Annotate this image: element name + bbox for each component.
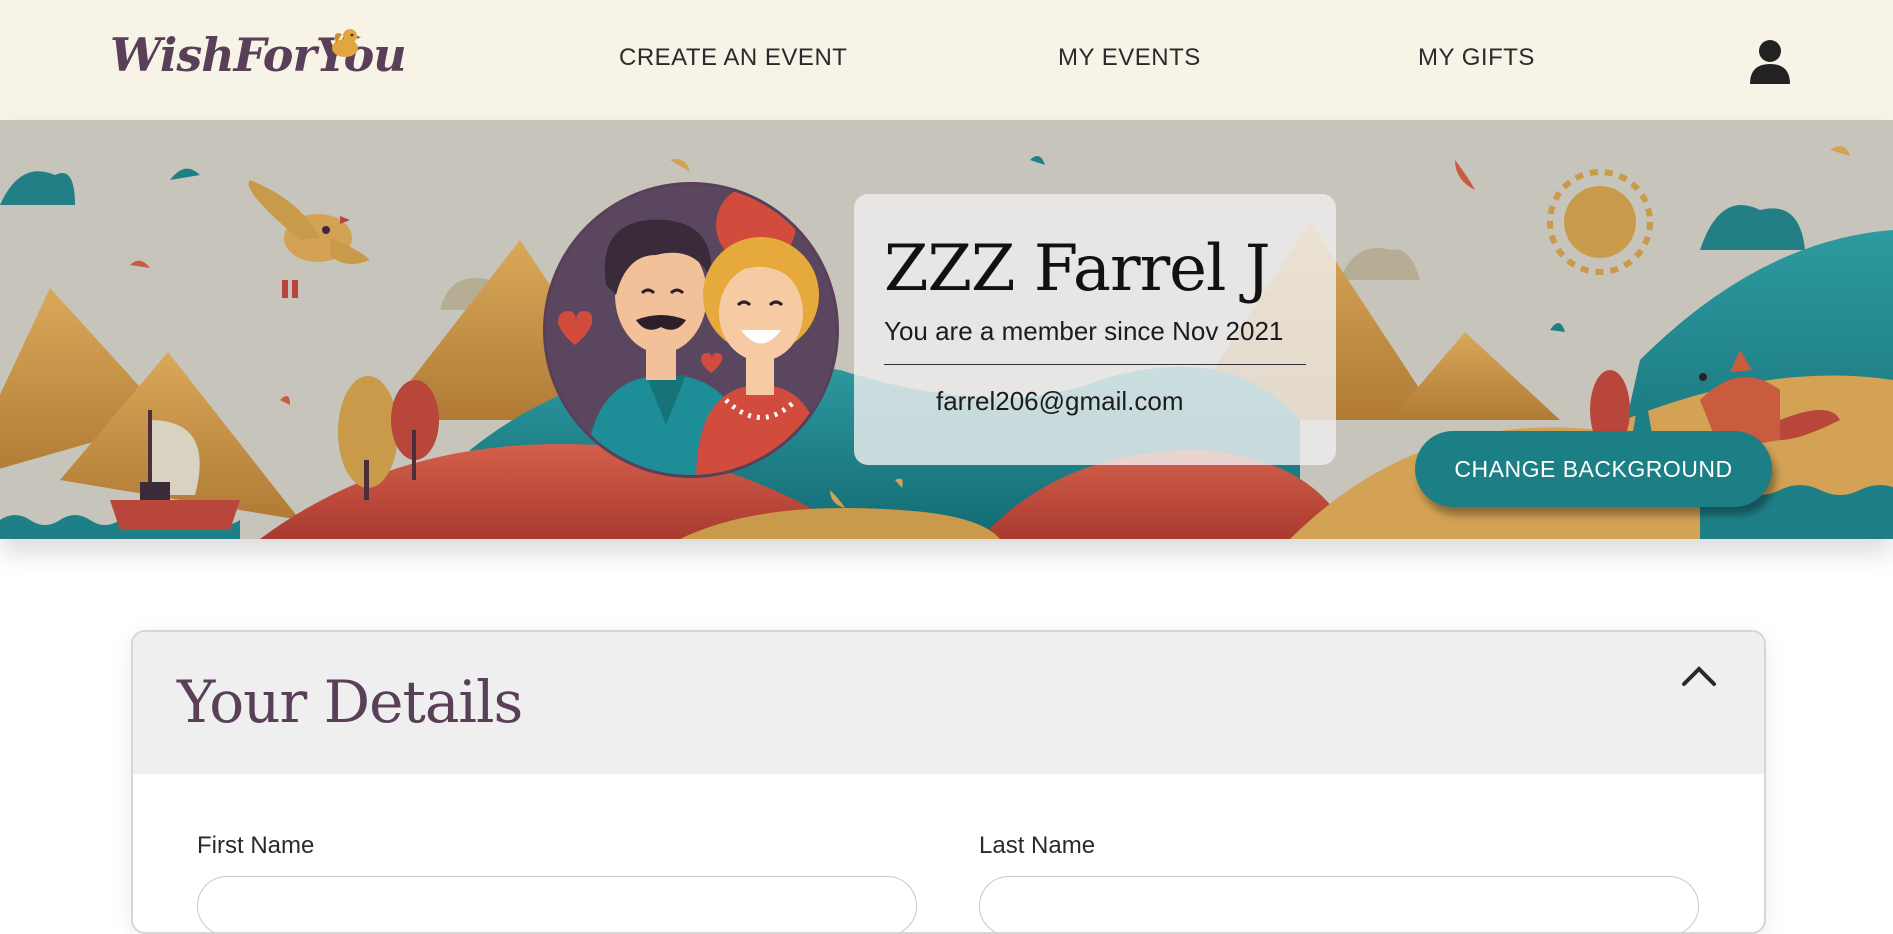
last-name-input[interactable] <box>979 876 1699 932</box>
nav-create-event[interactable]: CREATE AN EVENT <box>619 44 847 72</box>
first-name-input[interactable] <box>197 876 917 932</box>
couple-avatar-illustration <box>546 185 836 475</box>
details-title: Your Details <box>177 668 523 736</box>
bird-icon <box>332 29 361 57</box>
top-header: WishForYou CREATE AN EVENT MY EVENTS MY … <box>0 0 1893 120</box>
nav-my-events[interactable]: MY EVENTS <box>1058 44 1201 72</box>
your-details-panel: Your Details First Name Last Name <box>131 630 1766 934</box>
profile-info-card: ZZZ Farrel J You are a member since Nov … <box>854 194 1336 465</box>
profile-banner: ZZZ Farrel J You are a member since Nov … <box>0 120 1893 539</box>
nav-my-gifts[interactable]: MY GIFTS <box>1418 44 1535 72</box>
first-name-label: First Name <box>197 832 315 859</box>
change-background-button[interactable]: CHANGE BACKGROUND <box>1415 431 1772 507</box>
profile-email: farrel206@gmail.com <box>936 386 1184 416</box>
profile-avatar[interactable] <box>543 182 839 478</box>
last-name-label: Last Name <box>979 832 1096 859</box>
profile-name: ZZZ Farrel J <box>884 232 1270 306</box>
user-icon[interactable] <box>1748 38 1792 86</box>
details-accordion-header[interactable]: Your Details <box>133 632 1764 774</box>
chevron-up-icon[interactable] <box>1681 664 1717 688</box>
card-divider <box>884 364 1306 365</box>
member-since-text: You are a member since Nov 2021 <box>884 316 1284 346</box>
